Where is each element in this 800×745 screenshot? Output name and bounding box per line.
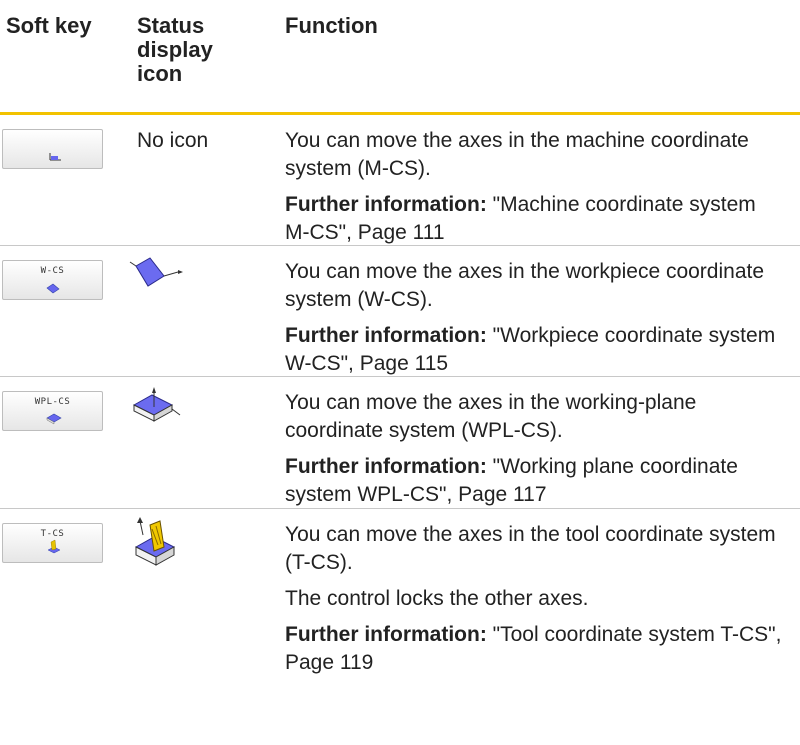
- function-text: You can move the axes in the working-pla…: [285, 391, 697, 442]
- mcs-softkey[interactable]: [2, 129, 103, 169]
- function-cell: You can move the axes in the machine coo…: [285, 127, 785, 247]
- machine-axes-icon: [49, 153, 61, 161]
- status-no-icon: No icon: [137, 129, 209, 152]
- working-plane-small-icon: [46, 413, 62, 425]
- header-function: Function: [285, 13, 378, 38]
- function-text-2: The control locks the other axes.: [285, 587, 589, 610]
- further-information: Further information: "Machine coordinate…: [285, 191, 785, 247]
- wcs-softkey[interactable]: W-CS: [2, 260, 103, 300]
- function-text: You can move the axes in the tool coordi…: [285, 523, 776, 574]
- wplcs-softkey[interactable]: WPL-CS: [2, 391, 103, 431]
- table-row: W-CS You can move the axes in the workpi…: [0, 246, 800, 377]
- further-information-label: Further information:: [285, 623, 487, 646]
- further-information-label: Further information:: [285, 193, 487, 216]
- further-information-label: Further information:: [285, 324, 487, 347]
- table-row: T-CS You can move the axes in the tool c…: [0, 509, 800, 740]
- table-header: Soft key Status display icon Function: [0, 0, 800, 115]
- function-cell: You can move the axes in the workpiece c…: [285, 258, 785, 378]
- table-row: WPL-CS You can move the axes in the work…: [0, 377, 800, 509]
- further-information-label: Further information:: [285, 455, 487, 478]
- function-cell: You can move the axes in the working-pla…: [285, 389, 785, 509]
- further-information: Further information: "Workpiece coordina…: [285, 322, 785, 378]
- function-text: You can move the axes in the workpiece c…: [285, 260, 765, 311]
- function-text: You can move the axes in the machine coo…: [285, 129, 749, 180]
- header-status-display-icon: Status display icon: [137, 13, 213, 86]
- function-cell: You can move the axes in the tool coordi…: [285, 521, 785, 677]
- softkey-table: Soft key Status display icon Function No…: [0, 0, 800, 740]
- header-soft-key: Soft key: [6, 13, 92, 38]
- workpiece-coordinate-icon: [129, 257, 183, 287]
- working-plane-coordinate-icon: [132, 387, 181, 422]
- tcs-softkey[interactable]: T-CS: [2, 523, 103, 563]
- tool-small-icon: [47, 539, 61, 554]
- workpiece-axes-small-icon: [46, 283, 60, 294]
- further-information: Further information: "Working plane coor…: [285, 453, 785, 509]
- tool-coordinate-icon: [134, 517, 176, 566]
- table-row: No icon You can move the axes in the mac…: [0, 115, 800, 246]
- further-information: Further information: "Tool coordinate sy…: [285, 621, 785, 677]
